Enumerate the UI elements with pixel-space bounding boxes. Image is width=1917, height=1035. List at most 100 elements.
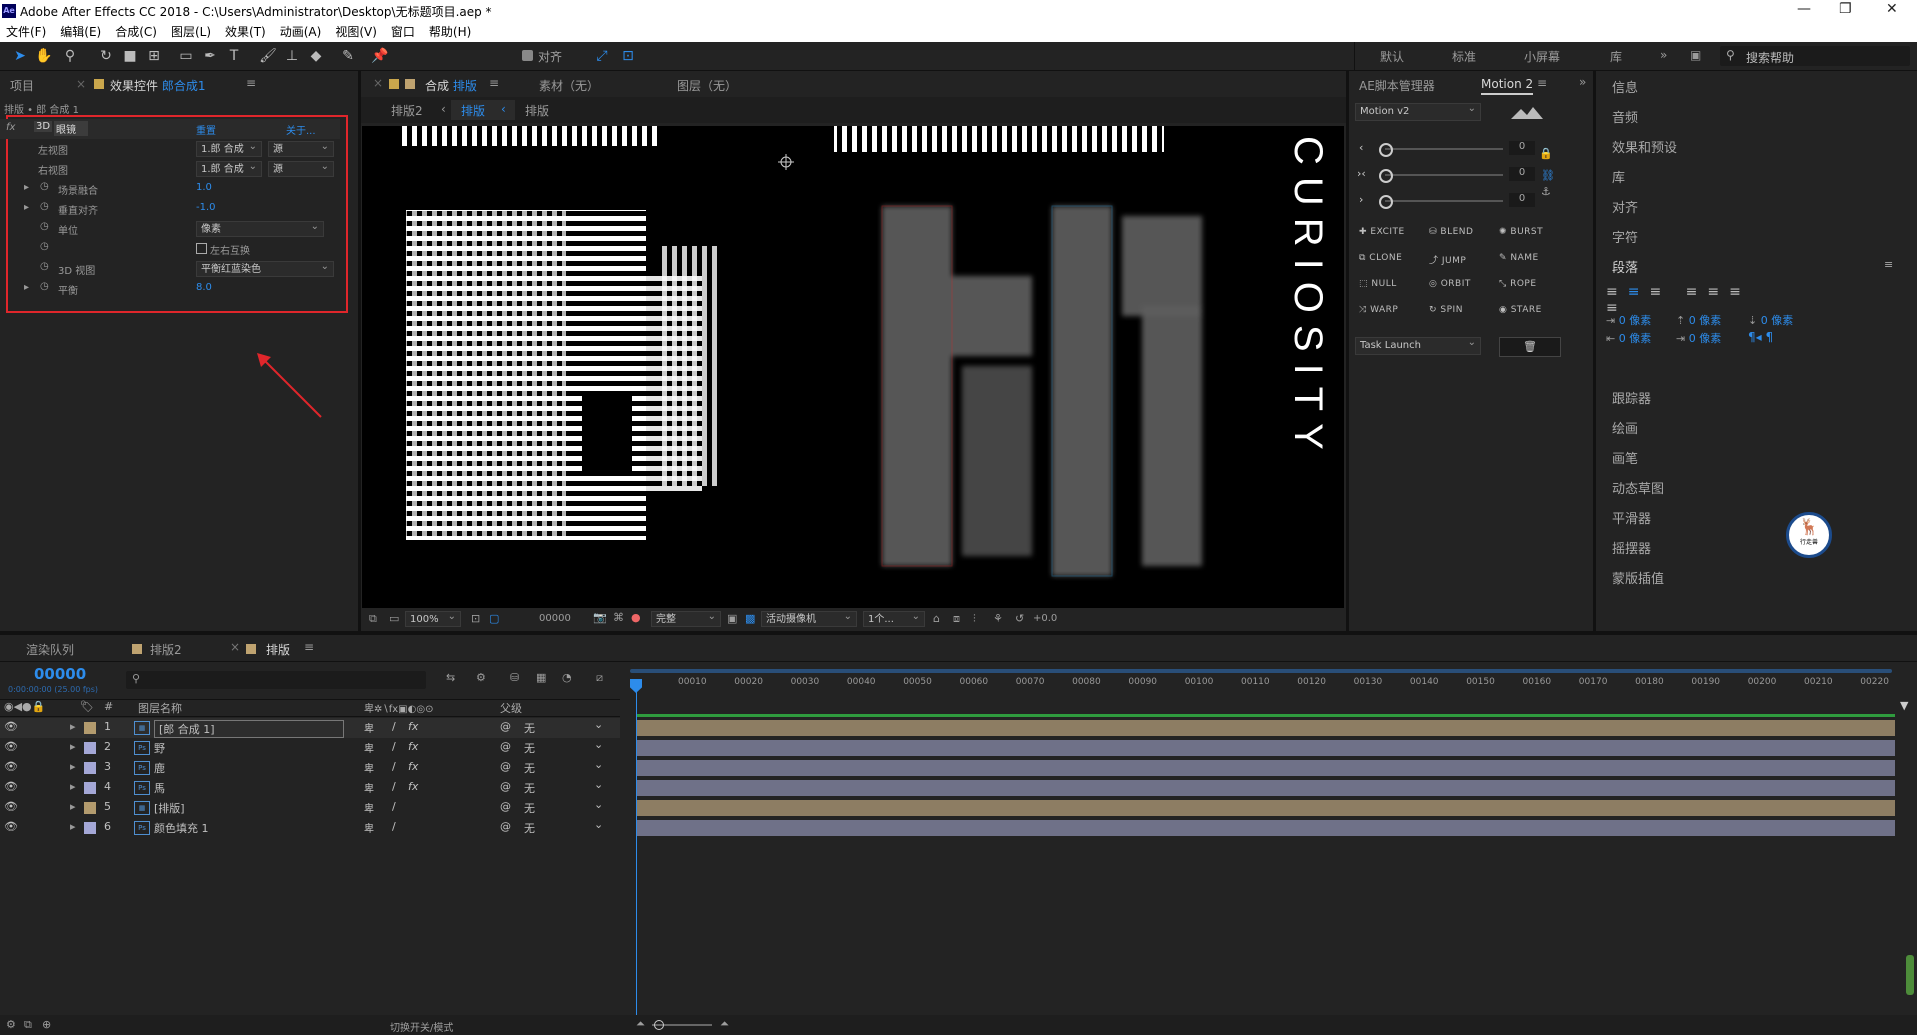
rectangle-tool-icon[interactable]: ▭ (176, 46, 196, 66)
right-view-source-dropdown[interactable]: 源 (268, 159, 334, 177)
workspace-menu-icon[interactable]: ▣ (1690, 48, 1701, 62)
tab-layer[interactable]: 图层（无） (677, 77, 737, 94)
scene-convergence-value[interactable]: 1.0 (196, 182, 212, 193)
search-help-field[interactable]: ⚲ 搜索帮助 (1720, 46, 1910, 66)
expand-transfer-controls-icon[interactable]: ⧉ (24, 1018, 32, 1032)
tab-footage[interactable]: 素材（无） (539, 77, 599, 94)
panel-menu-icon[interactable]: ≡ (1537, 76, 1547, 90)
timeline-icon[interactable]: ⫶ (973, 612, 976, 626)
pickwhip-icon[interactable]: @ (500, 740, 511, 753)
layer-row[interactable]: 👁 ▸ 2 Ps 野卑 / fx @ 无 ⌄ (0, 738, 620, 758)
expand-arrow-icon[interactable]: ▸ (24, 202, 29, 213)
pen-tool-icon[interactable]: ✒ (200, 46, 220, 66)
motion-version-dropdown[interactable]: Motion v2 (1355, 101, 1481, 121)
workspace-standard[interactable]: 标准 (1452, 48, 1476, 65)
panel-wiggler[interactable]: 摇摆器 (1612, 538, 1651, 557)
space-before[interactable]: ⇡ 0 像素 (1676, 312, 1721, 328)
panel-menu-icon[interactable]: ≡ (246, 76, 256, 90)
work-area-bar[interactable] (630, 669, 1892, 673)
expand-in-out-icon[interactable]: ⊕ (42, 1018, 51, 1031)
menu-composition[interactable]: 合成(C) (115, 22, 157, 42)
quality-switch-icon[interactable]: / (392, 760, 396, 773)
panel-effects-presets[interactable]: 效果和预设 (1612, 137, 1677, 156)
swap-checkbox[interactable] (196, 243, 207, 254)
eye-icon[interactable]: 👁 (4, 800, 18, 813)
quality-switch-icon[interactable]: / (392, 780, 396, 793)
expand-arrow-icon[interactable]: ▸ (70, 820, 76, 833)
fx-switch-icon[interactable]: fx (408, 760, 418, 773)
quality-switch-icon[interactable]: / (392, 740, 396, 753)
text-tool-icon[interactable]: T (224, 46, 244, 66)
tab-render-queue[interactable]: 渲染队列 (26, 641, 74, 658)
time-ruler[interactable]: 00010 00020 00030 00040 00050 00060 00070 00080… (630, 667, 1895, 699)
fast-preview-icon[interactable]: ⧈ (953, 612, 960, 626)
panel-audio[interactable]: 音频 (1612, 107, 1638, 126)
menu-layer[interactable]: 图层(L) (171, 22, 211, 42)
indent-after[interactable]: ⇥ 0 像素 (1676, 330, 1721, 346)
panel-info[interactable]: 信息 (1612, 77, 1638, 96)
tab-motion2[interactable]: Motion 2 (1481, 77, 1534, 95)
orbit-button[interactable]: ◎ ORBIT (1429, 279, 1471, 289)
nav-left-icon[interactable]: ‹ (441, 102, 446, 116)
shy-switch-icon[interactable]: 卑 (364, 760, 374, 775)
pickwhip-icon[interactable]: @ (500, 760, 511, 773)
eye-icon[interactable]: 👁 (4, 780, 18, 793)
motion-blur-icon[interactable]: ◔ (562, 671, 572, 684)
rope-button[interactable]: ⤡ ROPE (1499, 279, 1537, 289)
panel-paint[interactable]: 绘画 (1612, 418, 1638, 437)
layer-name[interactable]: [排版] (154, 800, 185, 816)
timeline-search-input[interactable]: ⚲ (126, 671, 426, 689)
rotate-tool-icon[interactable]: ↻ (96, 46, 116, 66)
panel-character[interactable]: 字符 (1612, 227, 1638, 246)
panel-menu-icon[interactable]: ≡ (489, 76, 499, 90)
layer-duration-bar[interactable] (637, 780, 1895, 796)
tab-script-manager[interactable]: AE脚本管理器 (1359, 77, 1435, 94)
eye-icon[interactable]: 👁 (4, 820, 18, 833)
spin-button[interactable]: ↻ SPIN (1429, 305, 1463, 315)
shy-switch-icon[interactable]: 卑 (364, 740, 374, 755)
shy-switch-icon[interactable]: 卑 (364, 820, 374, 835)
maximize-icon[interactable]: ❐ (1839, 1, 1852, 17)
exposure-value[interactable]: +0.0 (1033, 613, 1057, 624)
balance-value[interactable]: 8.0 (196, 282, 212, 293)
shy-layers-icon[interactable]: ⛁ (510, 671, 519, 684)
draft-3d-icon[interactable]: ⚙ (476, 671, 486, 684)
snap-feature-icon[interactable]: ⊡ (618, 46, 638, 66)
zoom-in-icon[interactable]: ⏶ (720, 1017, 729, 1031)
parent-column[interactable]: 父级 (500, 700, 522, 716)
menu-animation[interactable]: 动画(A) (280, 22, 322, 42)
label-color-swatch[interactable] (84, 822, 96, 834)
expand-arrow-icon[interactable]: ▸ (70, 780, 76, 793)
workspace-default[interactable]: 默认 (1380, 48, 1404, 65)
pickwhip-icon[interactable]: @ (500, 720, 511, 733)
pickwhip-icon[interactable]: @ (500, 780, 511, 793)
indent-before[interactable]: ⇥ 0 像素 (1606, 312, 1651, 328)
layer-name[interactable]: 颜色填充 1 (154, 820, 209, 836)
panel-menu-icon[interactable]: ≡ (1884, 258, 1893, 271)
stopwatch-icon[interactable]: ◷ (40, 261, 49, 272)
minimize-icon[interactable]: — (1797, 1, 1811, 17)
null-button[interactable]: ⬚ NULL (1359, 279, 1397, 289)
camera-tool-icon[interactable]: ■ (120, 46, 140, 66)
subtab-layout[interactable]: 排版 (525, 102, 549, 119)
shy-switch-icon[interactable]: 卑 (364, 800, 374, 815)
layer-duration-bar[interactable] (637, 760, 1895, 776)
pickwhip-icon[interactable]: @ (500, 820, 511, 833)
3d-view-dropdown[interactable]: 平衡红蓝染色 (196, 259, 334, 277)
panel-brushes[interactable]: 画笔 (1612, 448, 1638, 467)
monitor-icon[interactable]: ▭ (389, 612, 399, 625)
expand-panels-icon[interactable]: » (1579, 75, 1586, 89)
panel-motion-sketch[interactable]: 动态草图 (1612, 478, 1664, 497)
flowchart-icon[interactable]: ⚘ (993, 612, 1003, 625)
quality-switch-icon[interactable]: / (392, 720, 396, 733)
reset-button[interactable]: 重置 (196, 122, 216, 137)
fx-switch-icon[interactable]: fx (408, 740, 418, 753)
layer-name[interactable]: 野 (154, 740, 165, 756)
label-color-swatch[interactable] (84, 742, 96, 754)
zoom-slider-handle[interactable] (654, 1020, 664, 1030)
fx-badge[interactable]: fx (6, 122, 15, 133)
name-button[interactable]: ✎ NAME (1499, 253, 1539, 263)
trash-button[interactable]: 🗑 (1499, 337, 1561, 357)
always-preview-icon[interactable]: ⧉ (369, 612, 377, 626)
space-after[interactable]: ⇣ 0 像素 (1748, 312, 1793, 328)
